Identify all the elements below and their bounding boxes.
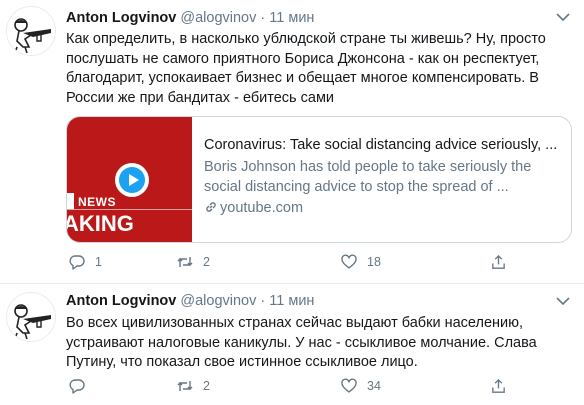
tweet-text: Во всех цивилизованных странах сейчас вы…: [66, 315, 537, 370]
like-button[interactable]: 18: [340, 252, 381, 272]
tweet[interactable]: Anton Logvinov @alogvinov · 11 мин Как о…: [0, 0, 584, 284]
reply-icon: [69, 255, 85, 270]
like-button[interactable]: 34: [340, 376, 381, 396]
retweet-button[interactable]: 2: [176, 252, 210, 272]
soldier-avatar-image: [7, 293, 55, 341]
card-body: Coronavirus: Take social distancing advi…: [204, 136, 564, 218]
link-icon: [206, 202, 216, 212]
link-card[interactable]: NEWS AKING Coronavirus: Take social dist…: [66, 116, 572, 243]
share-button[interactable]: [490, 252, 507, 272]
like-count: 18: [367, 255, 381, 269]
thumb-label-top: NEWS: [78, 195, 116, 209]
thumb-label-bottom: AKING: [66, 211, 134, 236]
separator-dot: ·: [260, 10, 266, 26]
tweet-text: Как определить, в насколько ублюдской ст…: [66, 31, 546, 106]
tweet-actions: 1 2 18: [60, 252, 505, 272]
thumb-divider: [67, 209, 192, 210]
avatar[interactable]: [6, 6, 56, 56]
tweet-actions: 2 34: [60, 376, 505, 396]
author-handle[interactable]: @alogvinov: [180, 293, 256, 309]
reply-icon: [69, 379, 85, 394]
timestamp[interactable]: 11 мин: [269, 293, 314, 309]
card-domain: youtube.com: [204, 199, 564, 218]
retweet-button[interactable]: 2: [176, 376, 210, 396]
retweet-count: 2: [203, 379, 210, 393]
author-name[interactable]: Anton Logvinov: [66, 293, 176, 309]
tweet-header: Anton Logvinov @alogvinov · 11 мин: [66, 9, 314, 27]
card-thumbnail: NEWS AKING: [67, 117, 192, 242]
soldier-avatar-image: [7, 7, 55, 55]
heart-icon: [341, 254, 357, 269]
reply-button[interactable]: [68, 376, 95, 396]
like-count: 34: [367, 379, 381, 393]
chevron-down-icon[interactable]: [554, 294, 572, 308]
share-icon: [492, 254, 505, 269]
reply-count: 1: [95, 255, 102, 269]
chevron-down-icon[interactable]: [554, 10, 572, 24]
share-icon: [492, 378, 505, 393]
retweet-icon: [177, 381, 193, 391]
retweet-icon: [177, 257, 193, 267]
heart-icon: [341, 378, 357, 393]
share-button[interactable]: [490, 376, 507, 396]
news-bar: [67, 193, 74, 209]
author-name[interactable]: Anton Logvinov: [66, 10, 176, 26]
avatar[interactable]: [6, 292, 56, 342]
author-handle[interactable]: @alogvinov: [180, 10, 256, 26]
reply-button[interactable]: 1: [68, 252, 102, 272]
tweet-header: Anton Logvinov @alogvinov · 11 мин: [66, 292, 314, 310]
card-domain-text: youtube.com: [220, 200, 304, 216]
tweet[interactable]: Anton Logvinov @alogvinov · 11 мин Во вс…: [0, 284, 584, 405]
separator-dot: ·: [260, 293, 266, 309]
card-description: Boris Johnson has told people to take se…: [204, 159, 532, 195]
play-icon[interactable]: [115, 163, 149, 197]
retweet-count: 2: [203, 255, 210, 269]
card-title: Coronavirus: Take social distancing advi…: [204, 137, 558, 153]
timestamp[interactable]: 11 мин: [269, 10, 314, 26]
